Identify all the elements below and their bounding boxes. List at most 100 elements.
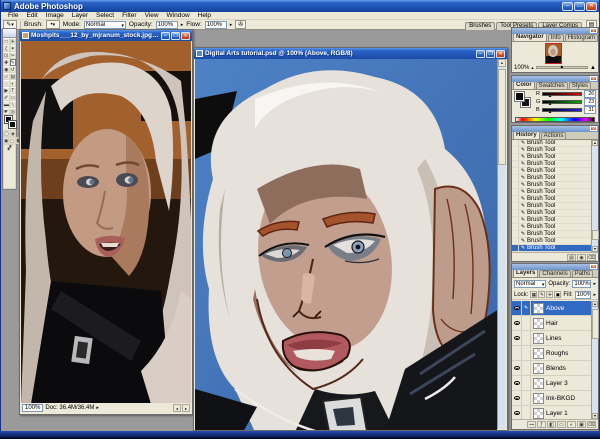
doc1-restore-button[interactable]: ❐: [171, 32, 180, 40]
layers-palette-titlebar[interactable]: ✕: [512, 264, 598, 270]
lock-toggle-1[interactable]: ✎: [538, 291, 545, 298]
doc2-restore-button[interactable]: ❐: [486, 50, 495, 58]
history-scrollbar[interactable]: ▲ ▼: [591, 140, 598, 252]
layers-scrollbar[interactable]: ▲ ▼: [591, 301, 598, 419]
visibility-toggle[interactable]: [512, 361, 522, 375]
layer-row-ink-bkgd[interactable]: Ink-BKGD: [512, 391, 591, 406]
zoom-out-icon[interactable]: ▴: [531, 65, 533, 71]
scrollbar-thumb[interactable]: [592, 230, 599, 240]
slider-thumb[interactable]: ▲: [559, 65, 564, 70]
history-source-well[interactable]: [512, 140, 519, 146]
history-source-well[interactable]: [512, 154, 519, 160]
color-spectrum-ramp[interactable]: [515, 117, 595, 122]
doc1-zoom-field[interactable]: 100%: [22, 404, 43, 412]
close-button[interactable]: ✕: [586, 2, 597, 11]
history-state-row[interactable]: ✎Brush Tool: [512, 147, 591, 154]
layer-thumbnail[interactable]: [533, 333, 544, 344]
fill-input[interactable]: 100%: [575, 291, 592, 299]
fill-slider-arrow[interactable]: ▸: [593, 291, 596, 299]
scroll-up-button[interactable]: ▲: [498, 59, 506, 67]
status-menu-arrow[interactable]: ▸: [96, 404, 99, 412]
delete-state-button[interactable]: ⌫: [587, 254, 596, 261]
lock-toggle-2[interactable]: ✛: [546, 291, 553, 298]
menu-window[interactable]: Window: [163, 12, 194, 20]
lock-toggle-3[interactable]: ◼: [554, 291, 561, 298]
navigator-tab-histogram[interactable]: Histogram: [565, 34, 598, 41]
visibility-toggle[interactable]: [512, 376, 522, 390]
history-state-row[interactable]: ✎Brush Tool: [512, 217, 591, 224]
layer-thumbnail[interactable]: [533, 348, 544, 359]
menu-file[interactable]: File: [4, 12, 22, 20]
reference-photo-canvas[interactable]: [21, 41, 191, 403]
scroll-up-button[interactable]: ▲: [592, 301, 598, 307]
zoom-in-icon[interactable]: ▲: [590, 65, 596, 71]
history-source-well[interactable]: [512, 182, 519, 188]
layers-tab-layers[interactable]: Layers: [513, 269, 538, 277]
visibility-toggle[interactable]: [512, 331, 522, 345]
scroll-left-button[interactable]: ◂: [173, 404, 181, 412]
slider-thumb[interactable]: ▲: [548, 102, 553, 107]
history-state-row[interactable]: ✎Brush Tool: [512, 210, 591, 217]
channel-value-input[interactable]: 31: [584, 106, 596, 114]
history-state-row[interactable]: ✎Brush Tool: [512, 161, 591, 168]
brush-tool-icon[interactable]: ✎: [10, 59, 17, 66]
scroll-up-button[interactable]: ▲: [592, 140, 598, 146]
standard-mode-button[interactable]: ◯: [3, 130, 10, 137]
close-icon[interactable]: ✕: [590, 28, 597, 33]
history-state-row[interactable]: ✎Brush Tool: [512, 140, 591, 147]
doc2-close-button[interactable]: ✕: [496, 50, 505, 58]
new-set-button[interactable]: ▭: [557, 421, 566, 428]
doc1-close-button[interactable]: ✕: [181, 32, 190, 40]
history-source-well[interactable]: [512, 147, 519, 153]
menu-select[interactable]: Select: [92, 12, 118, 20]
menu-filter[interactable]: Filter: [118, 12, 140, 20]
layer-row-lines[interactable]: Lines: [512, 331, 591, 346]
doc1-titlebar[interactable]: Moshpits___12_by_mjranum_stock.jpg @ 100…: [20, 30, 192, 41]
adjustment-layer-button[interactable]: ◐: [567, 421, 576, 428]
opacity-input[interactable]: 100%: [156, 21, 178, 29]
layer-row-blends[interactable]: Blends: [512, 361, 591, 376]
scroll-right-button[interactable]: ▸: [182, 404, 190, 412]
close-icon[interactable]: ✕: [590, 126, 597, 131]
new-layer-button[interactable]: ▣: [577, 421, 586, 428]
gradient-tool-icon[interactable]: ▤: [10, 73, 17, 80]
imageready-button[interactable]: ▞: [3, 144, 16, 189]
navigator-zoom-value[interactable]: 100%: [514, 65, 529, 71]
menu-edit[interactable]: Edit: [22, 12, 41, 20]
zoom-tool-icon[interactable]: ◎: [10, 108, 17, 115]
delete-layer-button[interactable]: ⌫: [587, 421, 596, 428]
layer-thumbnail[interactable]: [533, 318, 544, 329]
visibility-toggle[interactable]: [512, 316, 522, 330]
history-state-row[interactable]: ✎Brush Tool: [512, 196, 591, 203]
history-state-row[interactable]: ✎Brush Tool: [512, 168, 591, 175]
mode-select[interactable]: Normal▾: [84, 21, 126, 29]
history-source-well[interactable]: [512, 238, 519, 244]
menu-help[interactable]: Help: [194, 12, 215, 20]
brush-preset-picker[interactable]: •▾: [46, 20, 60, 29]
menu-layer[interactable]: Layer: [68, 12, 92, 20]
toolbox-header[interactable]: [3, 29, 16, 38]
layers-tab-paths[interactable]: Paths: [572, 270, 593, 277]
history-state-row[interactable]: ✎Brush Tool: [512, 231, 591, 238]
app-titlebar[interactable]: Adobe Photoshop – □ ✕: [1, 0, 599, 12]
slider-thumb[interactable]: ▲: [548, 110, 553, 115]
dodge-tool-icon[interactable]: ◐: [10, 80, 17, 87]
layer-mask-button[interactable]: ◧: [547, 421, 556, 428]
doc1-minimize-button[interactable]: –: [161, 32, 170, 40]
painting-canvas[interactable]: [195, 59, 497, 430]
flow-slider-arrow[interactable]: ▸: [230, 21, 233, 29]
menu-view[interactable]: View: [141, 12, 163, 20]
layers-tab-channels[interactable]: Channels: [539, 270, 570, 277]
blend-mode-select[interactable]: Normal▾: [514, 280, 546, 288]
type-tool-icon[interactable]: T: [10, 87, 17, 94]
well-tab-brushes[interactable]: Brushes: [465, 22, 495, 30]
scrollbar-thumb[interactable]: [592, 309, 599, 339]
history-source-well[interactable]: [512, 224, 519, 230]
visibility-toggle[interactable]: [512, 406, 522, 419]
navigator-proxy-view[interactable]: [545, 43, 562, 64]
color-palette-titlebar[interactable]: ✕: [512, 76, 598, 82]
history-source-well[interactable]: [512, 203, 519, 209]
visibility-toggle[interactable]: [512, 391, 522, 405]
maximize-button[interactable]: □: [574, 2, 585, 11]
channel-value-input[interactable]: 26: [584, 90, 596, 98]
